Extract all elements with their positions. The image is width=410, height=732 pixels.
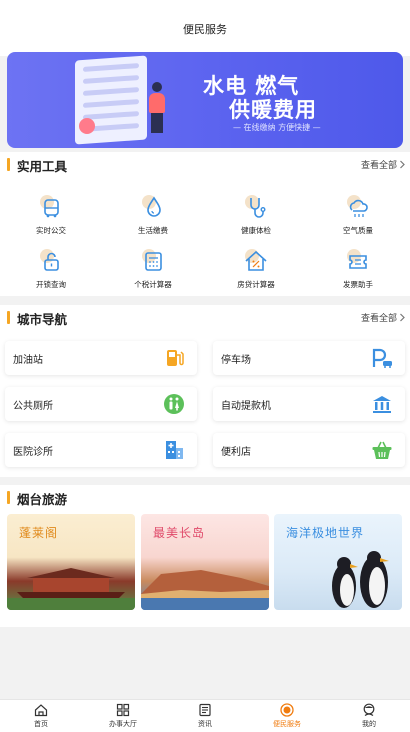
parking-icon: [372, 348, 392, 368]
tab-profile[interactable]: 我的: [328, 703, 410, 729]
chevron-right-icon: [400, 313, 405, 322]
service-icon: [280, 703, 294, 717]
pavilion-picture: [7, 568, 135, 610]
fuel-pump-icon: [167, 350, 184, 366]
tool-item-invoice-helper[interactable]: 发票助手: [307, 248, 409, 290]
cloud-icon: [347, 195, 368, 217]
section-title: 烟台旅游: [17, 492, 68, 507]
view-all-label: 查看全部: [360, 161, 397, 171]
city-nav-section-header: 城市导航 查看全部: [0, 305, 410, 331]
chevron-right-icon: [400, 160, 405, 169]
tab-label: 资讯: [198, 720, 212, 728]
tour-card-label: 海洋极地世界: [286, 526, 365, 540]
water-drop-icon: [142, 195, 161, 217]
tab-label: 办事大厅: [109, 720, 137, 728]
tour-card-label: 最美长岛: [153, 526, 206, 540]
view-all-label: 查看全部: [360, 314, 397, 324]
grid-icon: [116, 703, 130, 717]
city-nav-section: 城市导航 查看全部 加油站 停车场 公共厕所 自动提款机 医院诊所 便利店: [0, 305, 410, 477]
tab-label: 便民服务: [273, 720, 301, 728]
tools-section-header: 实用工具 查看全部: [0, 152, 410, 178]
section-title: 实用工具: [17, 159, 68, 174]
tool-item-unlock-query[interactable]: 开锁查询: [0, 248, 102, 290]
section-marker: [7, 491, 10, 504]
tool-item-health-check[interactable]: 健康体检: [205, 194, 307, 236]
tool-label: 空气质量: [343, 226, 373, 235]
tool-item-air-quality[interactable]: 空气质量: [307, 194, 409, 236]
section-marker: [7, 158, 10, 171]
tour-card-ocean-polar-world[interactable]: 海洋极地世界: [274, 514, 402, 610]
ticket-icon: [347, 249, 367, 269]
section-title: 城市导航: [17, 312, 68, 327]
banner-badge-icon: [79, 118, 95, 134]
island-picture: [141, 570, 269, 610]
top-bar: 便民服务: [0, 0, 410, 56]
calculator-icon: [142, 249, 162, 271]
penguin-picture: [332, 551, 389, 608]
tour-card-penglai-pavilion[interactable]: 蓬莱阁: [7, 514, 135, 610]
bottom-tab-bar: 首页 办事大厅 资讯 便民服务 我的: [0, 699, 410, 732]
nav-item-label: 便利店: [221, 447, 251, 458]
bus-icon: [40, 195, 59, 218]
banner-illustration-person: [147, 82, 167, 138]
nav-item-label: 医院诊所: [13, 447, 53, 458]
house-percent-icon: [245, 249, 267, 271]
nav-item-convenience-store[interactable]: 便利店: [213, 433, 405, 467]
section-marker: [7, 311, 10, 324]
tourism-section-header: 烟台旅游: [0, 485, 410, 511]
tab-convenience-services[interactable]: 便民服务: [246, 703, 328, 729]
nav-item-gas-station[interactable]: 加油站: [5, 341, 197, 375]
hospital-icon: [166, 441, 183, 459]
tab-service-hall[interactable]: 办事大厅: [82, 703, 164, 729]
tool-label: 健康体检: [241, 226, 271, 235]
tool-label: 个税计算器: [134, 280, 172, 289]
news-icon: [199, 703, 211, 717]
nav-item-public-toilet[interactable]: 公共厕所: [5, 387, 197, 421]
basket-icon: [372, 441, 392, 459]
tab-news[interactable]: 资讯: [164, 703, 246, 729]
nav-item-parking[interactable]: 停车场: [213, 341, 405, 375]
tool-label: 实时公交: [36, 226, 66, 235]
tab-home[interactable]: 首页: [0, 703, 82, 729]
nav-item-label: 加油站: [13, 355, 43, 366]
tool-label: 房贷计算器: [237, 280, 275, 289]
view-all-link[interactable]: 查看全部: [361, 158, 406, 171]
user-icon: [363, 703, 375, 716]
lock-icon: [40, 249, 59, 271]
tour-card-label: 蓬莱阁: [19, 526, 59, 540]
promo-banner[interactable]: 水电 燃气 供暖费用 — 在线缴纳 方便快捷 —: [7, 52, 403, 148]
tour-card-changdao[interactable]: 最美长岛: [141, 514, 269, 610]
bank-icon: [373, 396, 391, 413]
restroom-icon: [164, 394, 184, 414]
banner-subtitle: — 在线缴纳 方便快捷 —: [233, 123, 321, 132]
tool-label: 发票助手: [343, 280, 373, 289]
tool-item-mortgage-calculator[interactable]: 房贷计算器: [205, 248, 307, 290]
tab-label: 我的: [362, 720, 376, 728]
tool-item-utility-payment[interactable]: 生活缴费: [102, 194, 204, 236]
view-all-link[interactable]: 查看全部: [361, 311, 406, 324]
nav-item-hospital[interactable]: 医院诊所: [5, 433, 197, 467]
tab-label: 首页: [34, 720, 48, 728]
stethoscope-icon: [245, 195, 266, 218]
tool-label: 生活缴费: [138, 226, 168, 235]
nav-item-label: 停车场: [221, 355, 251, 366]
tourism-section: 烟台旅游 蓬莱阁 最美长岛 海洋极地世界: [0, 485, 410, 627]
nav-item-label: 公共厕所: [13, 401, 53, 412]
nav-item-label: 自动提款机: [221, 401, 271, 412]
page-title: 便民服务: [183, 23, 227, 36]
nav-item-atm[interactable]: 自动提款机: [213, 387, 405, 421]
home-icon: [34, 704, 48, 717]
tool-item-tax-calculator[interactable]: 个税计算器: [102, 248, 204, 290]
tool-item-bus[interactable]: 实时公交: [0, 194, 102, 236]
tool-label: 开锁查询: [36, 280, 66, 289]
tools-section: 实用工具 查看全部 实时公交 生活缴费 健康体检 空气质量 开锁查询 个税计算器…: [0, 152, 410, 296]
banner-headline-2: 供暖费用: [229, 98, 317, 122]
